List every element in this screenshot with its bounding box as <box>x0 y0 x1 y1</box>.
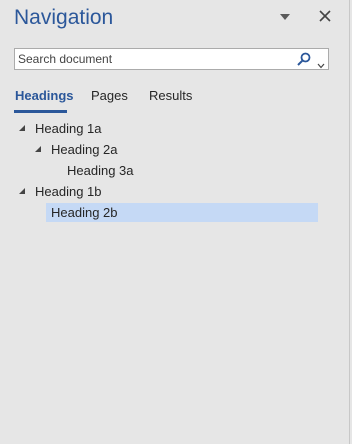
tree-item-heading-3a[interactable]: Heading 3a <box>67 161 134 180</box>
tree-item-heading-2a[interactable]: Heading 2a <box>51 140 118 159</box>
expanded-triangle-icon <box>19 125 25 131</box>
expanded-triangle-icon <box>35 146 41 152</box>
search-options-button[interactable] <box>317 56 325 69</box>
chevron-down-icon <box>317 63 325 69</box>
collapse-toggle[interactable] <box>18 187 26 195</box>
close-button[interactable] <box>318 9 332 23</box>
search-icon <box>297 52 311 66</box>
collapse-toggle[interactable] <box>18 124 26 132</box>
pane-options-button[interactable] <box>279 12 291 22</box>
pane-title: Navigation <box>14 6 114 29</box>
tab-pages[interactable]: Pages <box>91 88 128 103</box>
tree-item-heading-1a[interactable]: Heading 1a <box>35 119 102 138</box>
tree-item-heading-2b[interactable]: Heading 2b <box>46 203 318 222</box>
search-box <box>14 48 329 70</box>
navigation-pane: Navigation Headings Pages Results <box>0 0 350 444</box>
tree-item-heading-1b[interactable]: Heading 1b <box>35 182 102 201</box>
collapse-toggle[interactable] <box>34 145 42 153</box>
tab-results[interactable]: Results <box>149 88 192 103</box>
active-tab-indicator <box>14 110 67 113</box>
search-input[interactable] <box>15 49 288 69</box>
tab-headings[interactable]: Headings <box>15 88 74 103</box>
search-button[interactable] <box>296 52 312 66</box>
close-icon <box>319 10 331 22</box>
expanded-triangle-icon <box>19 188 25 194</box>
triangle-down-icon <box>280 14 290 20</box>
tree-item-label: Heading 2b <box>51 205 118 220</box>
